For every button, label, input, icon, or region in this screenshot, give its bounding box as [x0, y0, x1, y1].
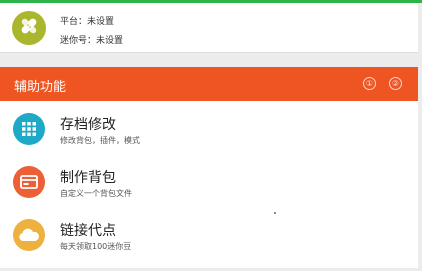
card-icon: [13, 166, 45, 198]
item-title: 制作背包: [60, 170, 116, 186]
list-item-link-click[interactable]: 链接代点 每天领取100迷你豆: [0, 213, 418, 265]
item-subtitle: 修改背包，插件，模式: [60, 136, 140, 145]
cloud-icon: [13, 219, 45, 251]
item-title: 存档修改: [60, 117, 116, 133]
grid-icon: [13, 113, 45, 145]
stray-dot: [274, 212, 276, 214]
feature-list: 存档修改 修改背包，插件，模式 制作背包 自定义一个背包文件 链接代点 每天领取…: [0, 101, 418, 268]
item-title: 链接代点: [60, 223, 116, 239]
item-subtitle: 每天领取100迷你豆: [60, 242, 132, 251]
section-title: 辅助功能: [14, 80, 67, 95]
platform-label: 平台：未设置: [60, 17, 115, 27]
mini-id-label: 迷你号：未设置: [60, 36, 124, 46]
profile-card: 平台：未设置 迷你号：未设置: [0, 3, 418, 53]
list-item-save-edit[interactable]: 存档修改 修改背包，插件，模式: [0, 107, 418, 159]
section-button-1[interactable]: ①: [363, 77, 376, 90]
item-subtitle: 自定义一个背包文件: [60, 189, 132, 198]
section-button-2[interactable]: ②: [389, 77, 402, 90]
section-header: 辅助功能 ① ②: [0, 67, 418, 101]
list-item-make-backpack[interactable]: 制作背包 自定义一个背包文件: [0, 160, 418, 212]
avatar: [12, 11, 46, 45]
bandage-icon: [18, 15, 40, 41]
